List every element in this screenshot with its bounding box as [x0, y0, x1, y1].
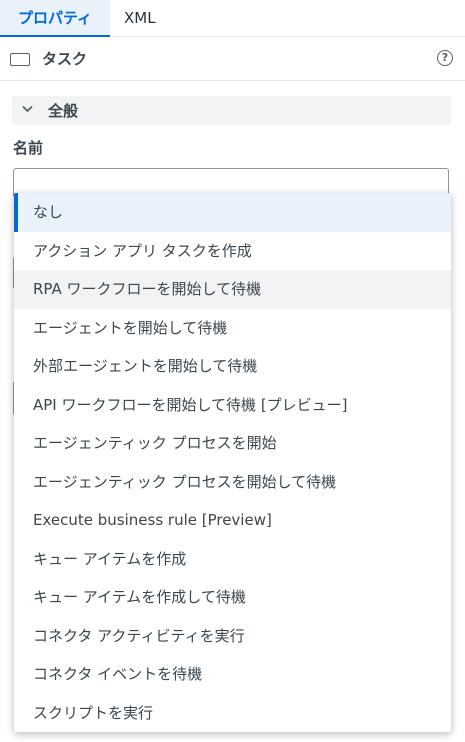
dropdown-option[interactable]: コネクタ アクティビティを実行	[14, 617, 451, 656]
name-label: 名前	[13, 139, 44, 157]
task-title: タスク	[42, 50, 88, 68]
dropdown-option[interactable]: なし	[14, 193, 451, 232]
dropdown-option[interactable]: RPA ワークフローを開始して待機	[14, 270, 451, 309]
tab-xml[interactable]: XML	[124, 0, 156, 36]
question-circle-icon[interactable]: ?	[437, 50, 453, 66]
dropdown-option[interactable]: キュー アイテムを作成して待機	[14, 578, 451, 617]
panel-tabs: プロパティ XML	[0, 0, 465, 37]
section-title: 全般	[48, 102, 79, 120]
dropdown-option[interactable]: エージェントを開始して待機	[14, 309, 451, 348]
task-type-dropdown-list: なし アクション アプリ タスクを作成 RPA ワークフローを開始して待機 エージェン…	[14, 193, 451, 732]
dropdown-option[interactable]: エージェンティック プロセスを開始	[14, 424, 451, 463]
tab-properties[interactable]: プロパティ	[0, 0, 110, 37]
rectangle-task-icon	[10, 53, 30, 66]
chevron-down-icon	[22, 103, 33, 117]
dropdown-option[interactable]: Execute business rule [Preview]	[14, 501, 451, 540]
dropdown-option[interactable]: キュー アイテムを作成	[14, 540, 451, 579]
dropdown-option[interactable]: アクション アプリ タスクを作成	[14, 232, 451, 271]
task-header: タスク ?	[0, 37, 465, 81]
dropdown-option[interactable]: API ワークフローを開始して待機 [プレビュー]	[14, 386, 451, 425]
dropdown-option[interactable]: スクリプトを実行	[14, 694, 451, 733]
section-general-header[interactable]: 全般	[12, 96, 451, 125]
dropdown-option[interactable]: 外部エージェントを開始して待機	[14, 347, 451, 386]
dropdown-option[interactable]: エージェンティック プロセスを開始して待機	[14, 463, 451, 502]
dropdown-option[interactable]: コネクタ イベントを待機	[14, 655, 451, 694]
